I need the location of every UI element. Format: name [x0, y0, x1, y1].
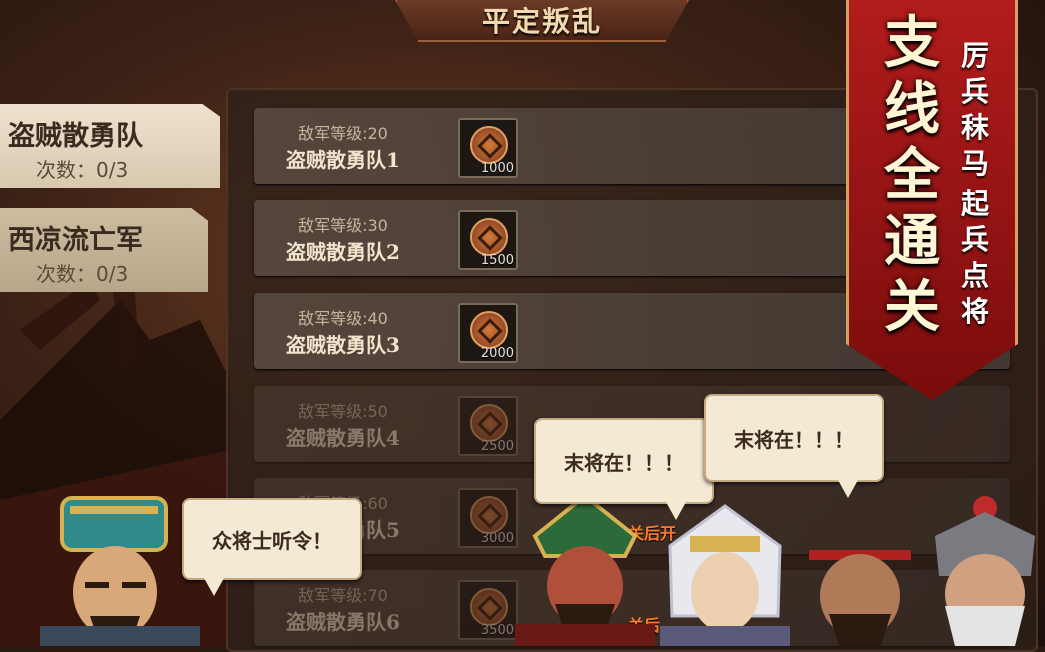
speech-bubble-command: 众将士听令！ — [182, 498, 362, 596]
enemy-level: 敌军等级:70 — [298, 586, 388, 605]
stage-name: 盗贼散勇队6 — [286, 610, 400, 634]
reward-slot[interactable]: 3500 — [458, 580, 518, 640]
speech-text: 末将在！！！ — [564, 450, 684, 475]
stage-name: 盗贼散勇队3 — [286, 333, 400, 357]
reward-slot[interactable]: 2500 — [458, 396, 518, 456]
reward-amount: 3500 — [480, 623, 514, 638]
stage-name: 盗贼散勇队4 — [286, 426, 400, 450]
speech-text: 末将在！！！ — [734, 427, 854, 452]
coin-icon — [470, 311, 508, 349]
stage-name: 盗贼散勇队2 — [286, 240, 400, 264]
speech-tail — [838, 480, 858, 498]
tab-xiliang-exiles[interactable]: 西凉流亡军 次数：0/3 — [0, 208, 208, 292]
reward-amount: 2500 — [480, 439, 514, 454]
page-title: 平定叛乱 — [481, 5, 602, 38]
tab-bandit-squad[interactable]: 盗贼散勇队 次数：0/3 — [0, 104, 220, 188]
speech-tail — [204, 578, 224, 596]
general-portrait-guan — [515, 496, 655, 646]
coin-icon — [470, 126, 508, 164]
enemy-level: 敌军等级:30 — [298, 216, 388, 235]
coin-icon — [470, 588, 508, 626]
promo-slogan-1: 厉兵秣马 — [960, 39, 989, 180]
coin-icon — [470, 218, 508, 256]
reward-slot[interactable]: 2000 — [458, 303, 518, 363]
stage-name: 盗贼散勇队1 — [286, 148, 400, 172]
tab-title: 盗贼散勇队 — [8, 121, 143, 152]
speech-bubble-reply-1: 末将在！！！ — [534, 418, 714, 520]
speech-text: 众将士听令！ — [212, 528, 332, 553]
tab-attempt-count: 次数：0/3 — [36, 158, 129, 182]
enemy-level: 敌军等级:20 — [298, 124, 388, 143]
reward-slot[interactable]: 3000 — [458, 488, 518, 548]
promo-banner: 支线全通关 厉兵秣马 起兵点将 — [846, 0, 1018, 400]
reward-amount: 3000 — [480, 531, 514, 546]
general-portrait-zhang — [805, 496, 915, 646]
title-banner: 平定叛乱 — [395, 0, 689, 42]
promo-slogan-2: 起兵点将 — [960, 187, 989, 328]
speech-tail — [666, 502, 686, 520]
promo-headline: 支线全通关 — [884, 10, 940, 340]
coin-icon — [470, 404, 508, 442]
general-portrait-left — [40, 496, 200, 646]
enemy-level: 敌军等级:50 — [298, 402, 388, 421]
general-portrait-huang — [935, 496, 1035, 646]
reward-slot[interactable]: 1000 — [458, 118, 518, 178]
reward-amount: 1500 — [480, 253, 514, 268]
reward-slot[interactable]: 1500 — [458, 210, 518, 270]
tab-attempt-count: 次数：0/3 — [36, 262, 129, 286]
tab-title: 西凉流亡军 — [8, 225, 143, 256]
reward-amount: 2000 — [480, 346, 514, 361]
reward-amount: 1000 — [480, 161, 514, 176]
enemy-level: 敌军等级:40 — [298, 309, 388, 328]
coin-icon — [470, 496, 508, 534]
speech-bubble-reply-2: 末将在！！！ — [704, 394, 884, 498]
